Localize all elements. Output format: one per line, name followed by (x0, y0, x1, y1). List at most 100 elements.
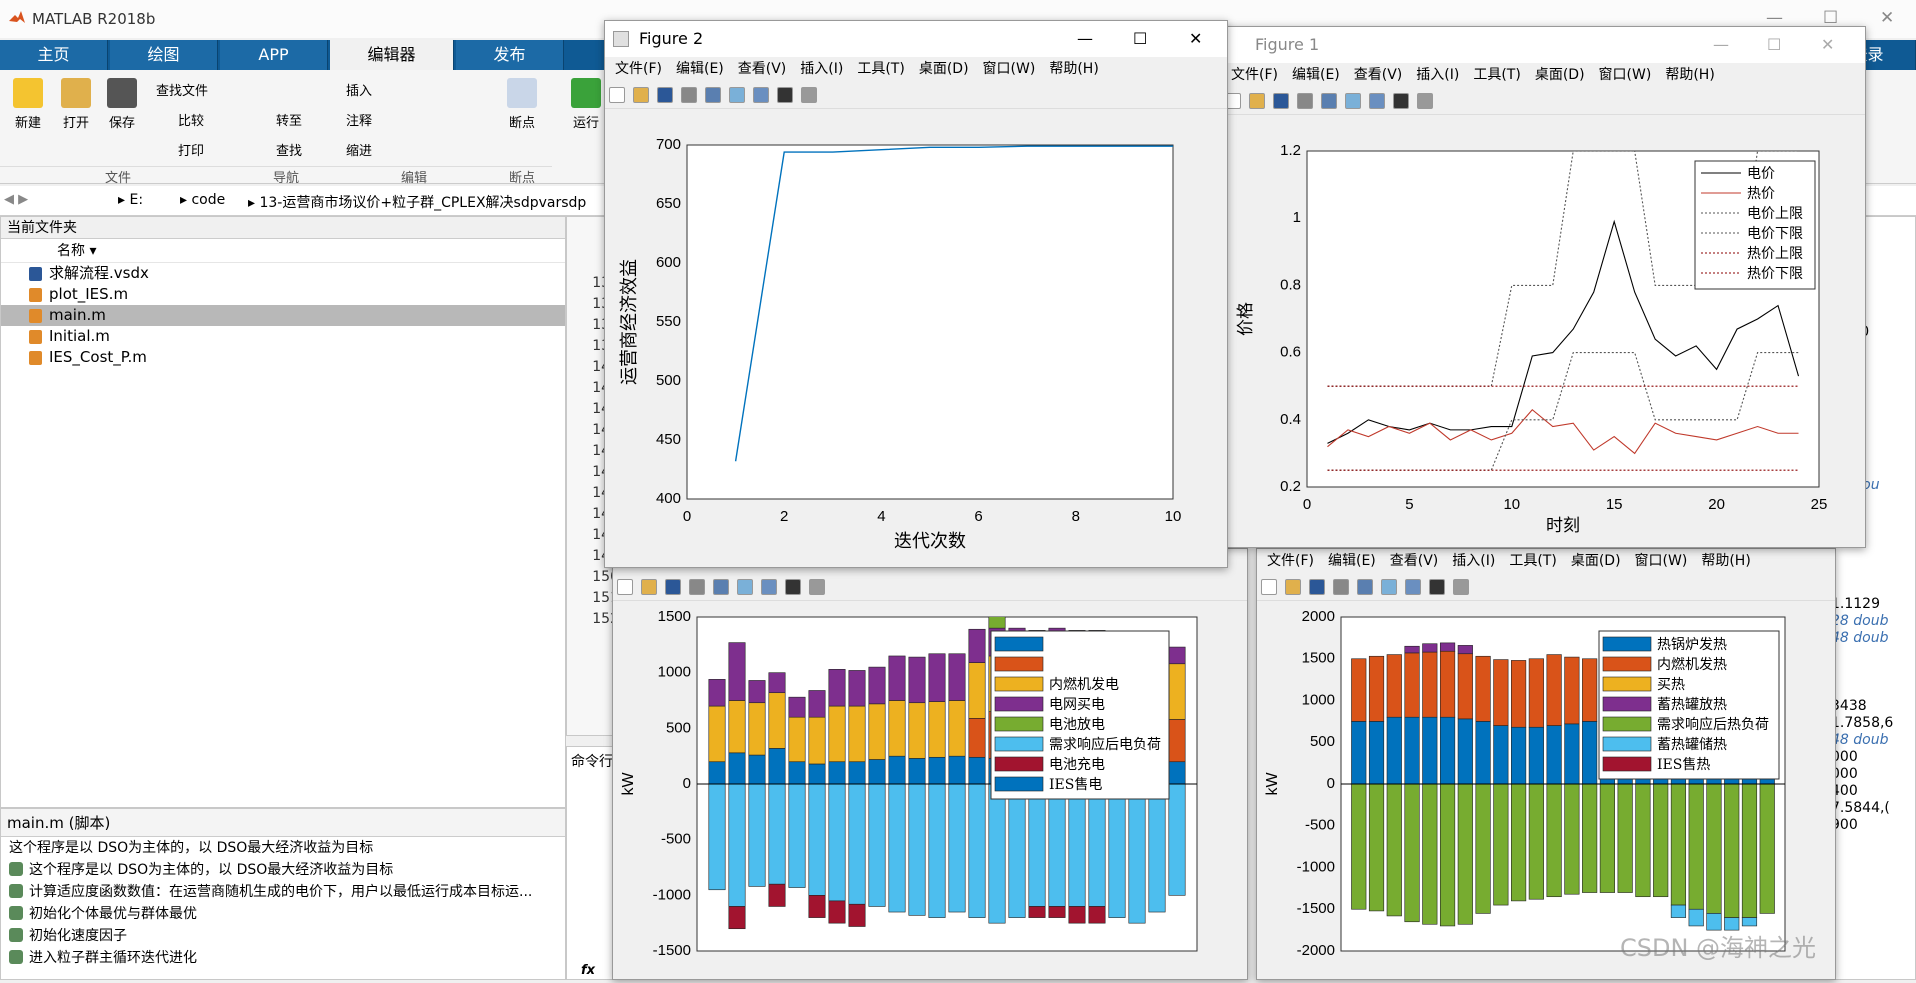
column-name-header[interactable]: 名称 ▾ (1, 239, 565, 263)
toolbar-icon[interactable] (641, 579, 657, 595)
indent-button[interactable]: 缩进 (346, 140, 372, 159)
menu-item[interactable]: 窗口(W) (983, 57, 1036, 81)
toolbar-icon[interactable] (681, 87, 697, 103)
details-item[interactable]: 计算适应度函数数值：在运营商随机生成的电价下，用户以最低运行成本目标运... (1, 881, 565, 903)
menu-item[interactable]: 桌面(D) (919, 57, 969, 81)
path-part-project[interactable]: ▸ 13-运营商市场议价+粒子群_CPLEX解决sdpvarsdp (248, 192, 586, 212)
toolbar-icon[interactable] (1285, 579, 1301, 595)
find-files-button[interactable]: 查找文件 (156, 80, 208, 99)
figure-2-window[interactable]: Figure 2 — ☐ ✕ 文件(F) 编辑(E) 查看(V) 插入(I) 工具(T)… (604, 20, 1228, 568)
menu-item[interactable]: 窗口(W) (1599, 63, 1652, 87)
toolbar-icon[interactable] (1429, 579, 1445, 595)
tab-plots[interactable]: 绘图 (110, 40, 218, 70)
menu-item[interactable]: 编辑(E) (1292, 63, 1340, 87)
toolbar-icon[interactable] (1369, 93, 1385, 109)
maximize-icon[interactable]: ☐ (1823, 8, 1838, 28)
figure-1-window[interactable]: Figure 1 — ☐ ✕ 文件(F) 编辑(E) 查看(V) 插入(I) 工具(T)… (1220, 26, 1866, 548)
toolbar-icon[interactable] (737, 579, 753, 595)
toolbar-icon[interactable] (1261, 579, 1277, 595)
figure-1-minimize-icon[interactable]: — (1713, 27, 1729, 63)
comment-button[interactable]: 注释 (346, 110, 372, 129)
file-row[interactable]: 求解流程.vsdx (1, 263, 565, 284)
tab-apps[interactable]: APP (220, 40, 328, 70)
toolbar-icon[interactable] (801, 87, 817, 103)
figure-2-close-icon[interactable]: ✕ (1189, 21, 1202, 57)
figure-1-maximize-icon[interactable]: ☐ (1767, 27, 1781, 63)
toolbar-icon[interactable] (777, 87, 793, 103)
toolbar-icon[interactable] (1417, 93, 1433, 109)
file-row[interactable]: plot_IES.m (1, 284, 565, 305)
toolbar-icon[interactable] (705, 87, 721, 103)
toolbar-icon[interactable] (665, 579, 681, 595)
path-part-drive[interactable]: ▸ E: (118, 192, 143, 208)
run-button[interactable]: 运行 (566, 78, 606, 131)
close-icon[interactable]: ✕ (1880, 8, 1894, 28)
toolbar-icon[interactable] (785, 579, 801, 595)
toolbar-icon[interactable] (1405, 579, 1421, 595)
menu-item[interactable]: 插入(I) (1452, 549, 1495, 573)
open-button[interactable]: 打开 (56, 78, 96, 131)
toolbar-icon[interactable] (657, 87, 673, 103)
find-button[interactable]: 查找 (276, 140, 302, 159)
menu-item[interactable]: 文件(F) (615, 57, 662, 81)
menu-item[interactable]: 编辑(E) (676, 57, 724, 81)
details-item[interactable]: 初始化速度因子 (1, 925, 565, 947)
file-row[interactable]: IES_Cost_P.m (1, 347, 565, 368)
menu-item[interactable]: 插入(I) (1416, 63, 1459, 87)
figure-1-close-icon[interactable]: ✕ (1821, 27, 1834, 63)
path-part-code[interactable]: ▸ code (180, 192, 225, 208)
back-icon[interactable]: ◀ ▶ (4, 192, 28, 207)
toolbar-icon[interactable] (761, 579, 777, 595)
details-item[interactable]: 进入粒子群主循环迭代进化 (1, 947, 565, 969)
toolbar-icon[interactable] (1393, 93, 1409, 109)
toolbar-icon[interactable] (617, 579, 633, 595)
tab-editor[interactable]: 编辑器 (330, 40, 454, 70)
toolbar-icon[interactable] (1381, 579, 1397, 595)
menu-item[interactable]: 帮助(H) (1049, 57, 1098, 81)
toolbar-icon[interactable] (633, 87, 649, 103)
toolbar-icon[interactable] (753, 87, 769, 103)
toolbar-icon[interactable] (1297, 93, 1313, 109)
menu-item[interactable]: 查看(V) (1354, 63, 1403, 87)
breakpoints-button[interactable]: 断点 (500, 78, 544, 131)
toolbar-icon[interactable] (1309, 579, 1325, 595)
menu-item[interactable]: 帮助(H) (1701, 549, 1750, 573)
details-item[interactable]: 初始化个体最优与群体最优 (1, 903, 565, 925)
figure-2-maximize-icon[interactable]: ☐ (1133, 21, 1147, 57)
compare-button[interactable]: 比较 (178, 110, 204, 129)
file-row[interactable]: Initial.m (1, 326, 565, 347)
details-item[interactable]: 这个程序是以 DSO为主体的，以 DSO最大经济收益为目标 (1, 859, 565, 881)
file-row[interactable]: main.m (1, 305, 565, 326)
toolbar-icon[interactable] (1453, 579, 1469, 595)
menu-item[interactable]: 编辑(E) (1328, 549, 1376, 573)
toolbar-icon[interactable] (713, 579, 729, 595)
menu-item[interactable]: 工具(T) (1509, 549, 1556, 573)
toolbar-icon[interactable] (1333, 579, 1349, 595)
menu-item[interactable]: 查看(V) (1390, 549, 1439, 573)
new-button[interactable]: 新建 (8, 78, 48, 131)
toolbar-icon[interactable] (809, 579, 825, 595)
figure-2-minimize-icon[interactable]: — (1077, 21, 1093, 57)
menu-item[interactable]: 帮助(H) (1665, 63, 1714, 87)
toolbar-icon[interactable] (1345, 93, 1361, 109)
print-button[interactable]: 打印 (178, 140, 204, 159)
menu-item[interactable]: 桌面(D) (1571, 549, 1621, 573)
toolbar-icon[interactable] (1249, 93, 1265, 109)
menu-item[interactable]: 桌面(D) (1535, 63, 1585, 87)
minimize-icon[interactable]: — (1766, 8, 1783, 28)
menu-item[interactable]: 查看(V) (738, 57, 787, 81)
menu-item[interactable]: 文件(F) (1231, 63, 1278, 87)
toolbar-icon[interactable] (609, 87, 625, 103)
toolbar-icon[interactable] (1273, 93, 1289, 109)
menu-item[interactable]: 插入(I) (800, 57, 843, 81)
tab-publish[interactable]: 发布 (456, 40, 564, 70)
goto-button[interactable]: 转至 (276, 110, 302, 129)
menu-item[interactable]: 工具(T) (857, 57, 904, 81)
menu-item[interactable]: 窗口(W) (1635, 549, 1688, 573)
menu-item[interactable]: 工具(T) (1473, 63, 1520, 87)
toolbar-icon[interactable] (1321, 93, 1337, 109)
save-button[interactable]: 保存 (102, 78, 142, 131)
tab-home[interactable]: 主页 (0, 40, 108, 70)
toolbar-icon[interactable] (689, 579, 705, 595)
figure-4-window[interactable]: 文件(F) 编辑(E) 查看(V) 插入(I) 工具(T) 桌面(D) 窗口(W) 帮助(H)… (1256, 548, 1836, 980)
